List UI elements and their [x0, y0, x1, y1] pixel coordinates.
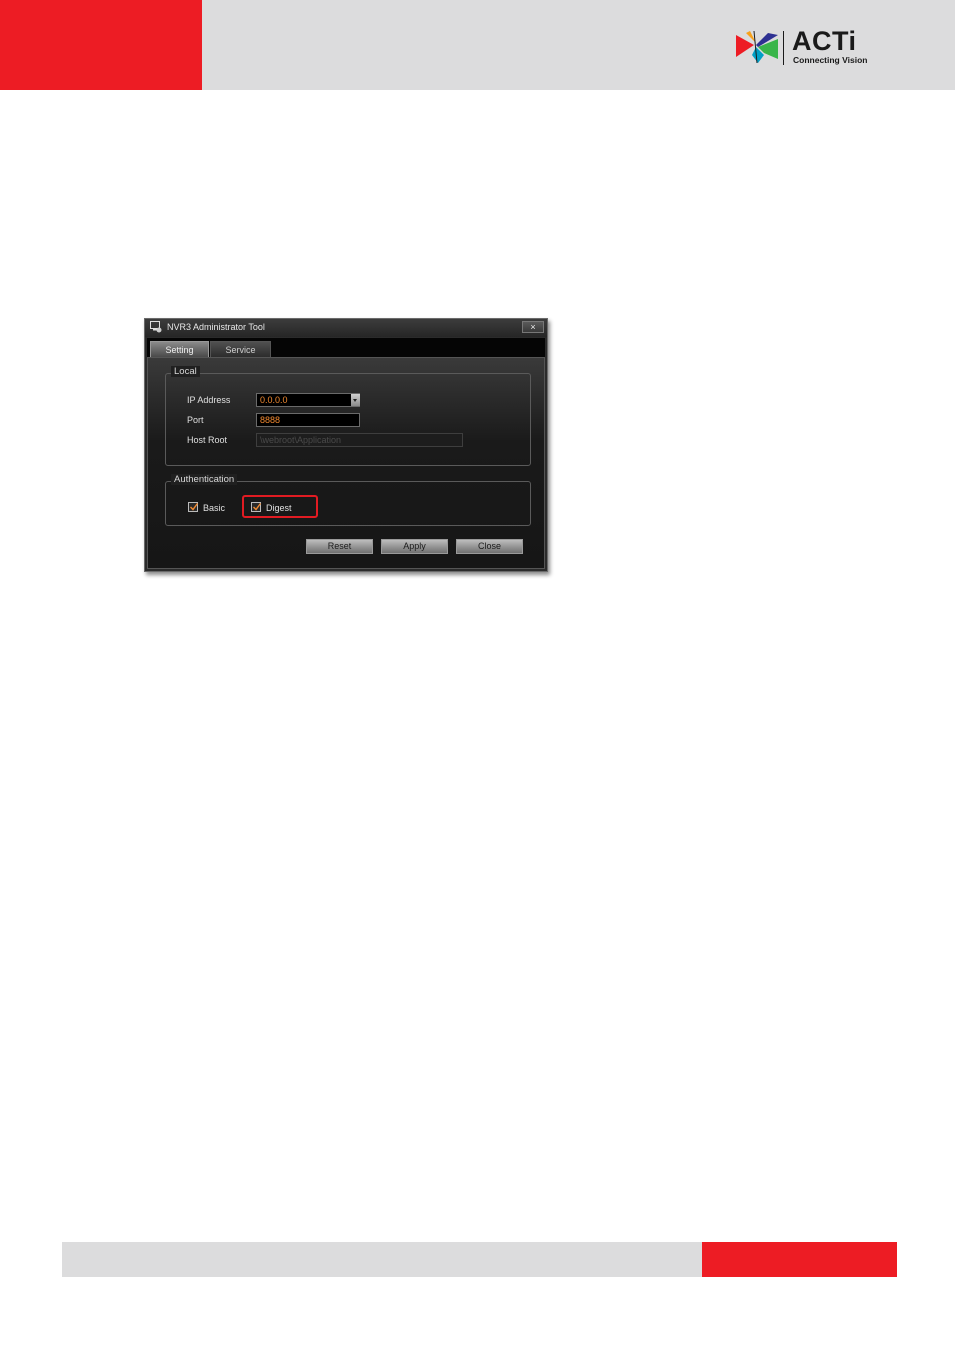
local-group: Local IP Address 0.0.0.0 Port 8888 Host …: [165, 366, 531, 466]
ip-address-label: IP Address: [187, 395, 231, 405]
host-root-field: \webroot\Application: [256, 433, 463, 447]
footer-red-block: [702, 1242, 897, 1277]
close-icon[interactable]: ×: [522, 321, 544, 333]
digest-highlight-box: [242, 495, 318, 518]
chevron-down-icon[interactable]: [351, 394, 360, 406]
tab-setting[interactable]: Setting: [150, 341, 209, 357]
acti-logo: ACTi Connecting Vision: [734, 26, 874, 69]
ip-address-dropdown[interactable]: 0.0.0.0: [256, 393, 360, 407]
ip-address-value: 0.0.0.0: [260, 395, 288, 405]
nvr3-admin-dialog: NVR3 Administrator Tool × Setting Servic…: [144, 318, 548, 572]
dialog-titlebar[interactable]: NVR3 Administrator Tool ×: [145, 319, 547, 337]
tab-strip: Setting Service: [147, 338, 545, 357]
basic-checkbox[interactable]: [188, 502, 199, 512]
authentication-legend: Authentication: [171, 474, 238, 485]
port-label: Port: [187, 415, 204, 425]
close-button[interactable]: Close: [456, 539, 523, 554]
header-red-block: [0, 0, 202, 90]
logo-tagline: Connecting Vision: [793, 55, 868, 65]
butterfly-logo-icon: [736, 30, 778, 64]
basic-label: Basic: [203, 503, 226, 513]
host-root-label: Host Root: [187, 435, 228, 445]
reset-button[interactable]: Reset: [306, 539, 373, 554]
checkmark-icon: [190, 503, 199, 511]
setting-panel: Local IP Address 0.0.0.0 Port 8888 Host …: [147, 357, 545, 569]
tab-service[interactable]: Service: [210, 341, 271, 357]
port-field[interactable]: 8888: [256, 413, 360, 427]
authentication-group: Authentication Basic Digest: [165, 474, 531, 526]
footer-gray-bar: [62, 1242, 702, 1277]
dialog-title: NVR3 Administrator Tool: [167, 322, 265, 332]
admin-tool-icon: [150, 321, 162, 333]
local-legend: Local: [171, 366, 200, 377]
apply-button[interactable]: Apply: [381, 539, 448, 554]
logo-divider: [783, 31, 784, 65]
logo-wordmark: ACTi: [792, 26, 857, 56]
